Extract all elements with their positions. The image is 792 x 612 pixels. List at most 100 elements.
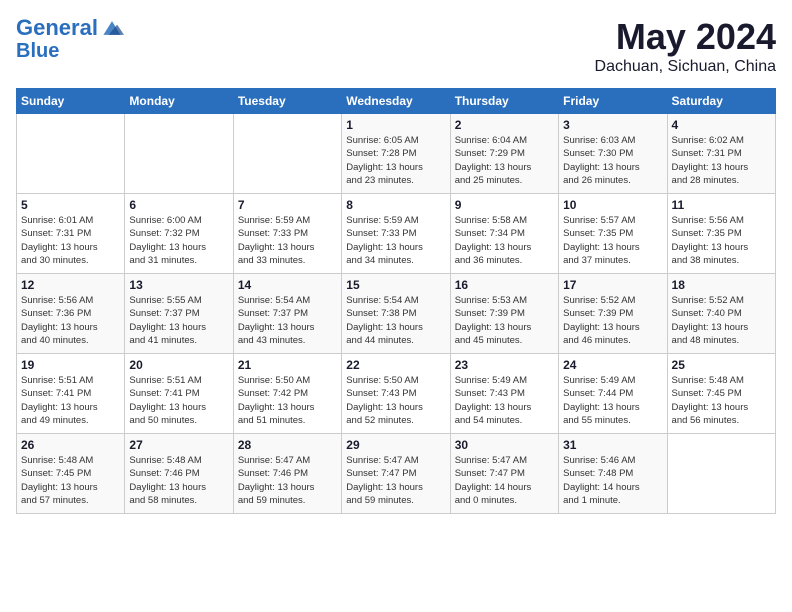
day-info: Sunrise: 5:52 AM Sunset: 7:39 PM Dayligh… [563, 294, 662, 347]
calendar-cell: 2 Sunrise: 6:04 AM Sunset: 7:29 PM Daylig… [450, 114, 558, 194]
title-block: May 2024 Dachuan, Sichuan, China [595, 16, 776, 76]
day-info: Sunrise: 5:59 AM Sunset: 7:33 PM Dayligh… [238, 214, 337, 267]
day-number: 4 [672, 118, 771, 132]
calendar-table: SundayMondayTuesdayWednesdayThursdayFrid… [16, 88, 776, 514]
calendar-cell: 6Sunrise: 6:00 AM Sunset: 7:32 PM Daylig… [125, 194, 233, 274]
day-info: Sunrise: 5:46 AM Sunset: 7:48 PM Dayligh… [563, 454, 662, 507]
day-number: 18 [672, 278, 771, 292]
calendar-cell: 9 Sunrise: 5:58 AM Sunset: 7:34 PM Daylig… [450, 194, 558, 274]
day-header-monday: Monday [125, 89, 233, 114]
day-info: Sunrise: 5:47 AM Sunset: 7:47 PM Dayligh… [455, 454, 554, 507]
calendar-body: 1 Sunrise: 6:05 AM Sunset: 7:28 PM Daylig… [17, 114, 776, 514]
day-info: Sunrise: 5:50 AM Sunset: 7:42 PM Dayligh… [238, 374, 337, 427]
day-number: 29 [346, 438, 445, 452]
day-info: Sunrise: 5:54 AM Sunset: 7:38 PM Dayligh… [346, 294, 445, 347]
day-number: 17 [563, 278, 662, 292]
day-number: 30 [455, 438, 554, 452]
day-info: Sunrise: 5:47 AM Sunset: 7:46 PM Dayligh… [238, 454, 337, 507]
logo-icon [100, 16, 124, 40]
day-info: Sunrise: 6:01 AM Sunset: 7:31 PM Dayligh… [21, 214, 120, 267]
day-number: 7 [238, 198, 337, 212]
calendar-cell: 24 Sunrise: 5:49 AM Sunset: 7:44 PM Dayli… [559, 354, 667, 434]
calendar-cell: 15Sunrise: 5:54 AM Sunset: 7:38 PM Dayli… [342, 274, 450, 354]
day-number: 9 [455, 198, 554, 212]
calendar-cell: 26 Sunrise: 5:48 AM Sunset: 7:45 PM Dayli… [17, 434, 125, 514]
day-info: Sunrise: 5:47 AM Sunset: 7:47 PM Dayligh… [346, 454, 445, 507]
calendar-cell: 25Sunrise: 5:48 AM Sunset: 7:45 PM Dayli… [667, 354, 775, 434]
day-number: 22 [346, 358, 445, 372]
page-header: General Blue May 2024 Dachuan, Sichuan, … [16, 16, 776, 76]
calendar-cell: 31 Sunrise: 5:46 AM Sunset: 7:48 PM Dayli… [559, 434, 667, 514]
day-info: Sunrise: 5:51 AM Sunset: 7:41 PM Dayligh… [21, 374, 120, 427]
day-info: Sunrise: 5:49 AM Sunset: 7:44 PM Dayligh… [563, 374, 662, 427]
day-info: Sunrise: 5:59 AM Sunset: 7:33 PM Dayligh… [346, 214, 445, 267]
day-number: 31 [563, 438, 662, 452]
day-info: Sunrise: 5:53 AM Sunset: 7:39 PM Dayligh… [455, 294, 554, 347]
day-number: 19 [21, 358, 120, 372]
day-number: 14 [238, 278, 337, 292]
day-number: 20 [129, 358, 228, 372]
calendar-cell: 20 Sunrise: 5:51 AM Sunset: 7:41 PM Dayli… [125, 354, 233, 434]
day-number: 6 [129, 198, 228, 212]
calendar-cell: 4 Sunrise: 6:02 AM Sunset: 7:31 PM Daylig… [667, 114, 775, 194]
day-info: Sunrise: 6:05 AM Sunset: 7:28 PM Dayligh… [346, 134, 445, 187]
calendar-cell: 30 Sunrise: 5:47 AM Sunset: 7:47 PM Dayli… [450, 434, 558, 514]
calendar-cell: 17 Sunrise: 5:52 AM Sunset: 7:39 PM Dayli… [559, 274, 667, 354]
day-info: Sunrise: 6:03 AM Sunset: 7:30 PM Dayligh… [563, 134, 662, 187]
day-number: 12 [21, 278, 120, 292]
calendar-title: May 2024 [595, 16, 776, 58]
day-header-friday: Friday [559, 89, 667, 114]
day-number: 28 [238, 438, 337, 452]
day-info: Sunrise: 5:52 AM Sunset: 7:40 PM Dayligh… [672, 294, 771, 347]
day-number: 25 [672, 358, 771, 372]
day-number: 5 [21, 198, 120, 212]
day-number: 1 [346, 118, 445, 132]
day-number: 11 [672, 198, 771, 212]
calendar-header-row: SundayMondayTuesdayWednesdayThursdayFrid… [17, 89, 776, 114]
calendar-cell: 11 Sunrise: 5:56 AM Sunset: 7:35 PM Dayli… [667, 194, 775, 274]
calendar-cell: 18 Sunrise: 5:52 AM Sunset: 7:40 PM Dayli… [667, 274, 775, 354]
day-number: 23 [455, 358, 554, 372]
day-info: Sunrise: 5:57 AM Sunset: 7:35 PM Dayligh… [563, 214, 662, 267]
calendar-cell: 5 Sunrise: 6:01 AM Sunset: 7:31 PM Daylig… [17, 194, 125, 274]
logo-text: General [16, 16, 98, 40]
day-header-wednesday: Wednesday [342, 89, 450, 114]
calendar-cell: 21Sunrise: 5:50 AM Sunset: 7:42 PM Dayli… [233, 354, 341, 434]
calendar-cell: 14 Sunrise: 5:54 AM Sunset: 7:37 PM Dayli… [233, 274, 341, 354]
week-row-5: 26 Sunrise: 5:48 AM Sunset: 7:45 PM Dayli… [17, 434, 776, 514]
calendar-cell: 19 Sunrise: 5:51 AM Sunset: 7:41 PM Dayli… [17, 354, 125, 434]
calendar-cell [125, 114, 233, 194]
calendar-cell: 13Sunrise: 5:55 AM Sunset: 7:37 PM Dayli… [125, 274, 233, 354]
day-info: Sunrise: 5:49 AM Sunset: 7:43 PM Dayligh… [455, 374, 554, 427]
calendar-cell [667, 434, 775, 514]
day-info: Sunrise: 6:04 AM Sunset: 7:29 PM Dayligh… [455, 134, 554, 187]
day-info: Sunrise: 5:56 AM Sunset: 7:36 PM Dayligh… [21, 294, 120, 347]
day-number: 16 [455, 278, 554, 292]
calendar-cell [233, 114, 341, 194]
day-info: Sunrise: 5:51 AM Sunset: 7:41 PM Dayligh… [129, 374, 228, 427]
calendar-cell: 28 Sunrise: 5:47 AM Sunset: 7:46 PM Dayli… [233, 434, 341, 514]
week-row-4: 19 Sunrise: 5:51 AM Sunset: 7:41 PM Dayli… [17, 354, 776, 434]
calendar-cell: 22Sunrise: 5:50 AM Sunset: 7:43 PM Dayli… [342, 354, 450, 434]
day-info: Sunrise: 6:02 AM Sunset: 7:31 PM Dayligh… [672, 134, 771, 187]
day-info: Sunrise: 5:56 AM Sunset: 7:35 PM Dayligh… [672, 214, 771, 267]
logo-blue: Blue [16, 40, 124, 62]
day-info: Sunrise: 5:54 AM Sunset: 7:37 PM Dayligh… [238, 294, 337, 347]
calendar-cell: 27Sunrise: 5:48 AM Sunset: 7:46 PM Dayli… [125, 434, 233, 514]
calendar-cell: 16 Sunrise: 5:53 AM Sunset: 7:39 PM Dayli… [450, 274, 558, 354]
day-number: 24 [563, 358, 662, 372]
day-header-sunday: Sunday [17, 89, 125, 114]
week-row-1: 1 Sunrise: 6:05 AM Sunset: 7:28 PM Daylig… [17, 114, 776, 194]
day-info: Sunrise: 5:58 AM Sunset: 7:34 PM Dayligh… [455, 214, 554, 267]
calendar-cell: 12 Sunrise: 5:56 AM Sunset: 7:36 PM Dayli… [17, 274, 125, 354]
day-number: 3 [563, 118, 662, 132]
calendar-cell: 7 Sunrise: 5:59 AM Sunset: 7:33 PM Daylig… [233, 194, 341, 274]
calendar-cell: 23 Sunrise: 5:49 AM Sunset: 7:43 PM Dayli… [450, 354, 558, 434]
day-number: 2 [455, 118, 554, 132]
day-number: 8 [346, 198, 445, 212]
day-number: 26 [21, 438, 120, 452]
calendar-subtitle: Dachuan, Sichuan, China [595, 58, 776, 76]
day-info: Sunrise: 5:48 AM Sunset: 7:45 PM Dayligh… [21, 454, 120, 507]
day-info: Sunrise: 5:55 AM Sunset: 7:37 PM Dayligh… [129, 294, 228, 347]
logo: General Blue [16, 16, 124, 62]
